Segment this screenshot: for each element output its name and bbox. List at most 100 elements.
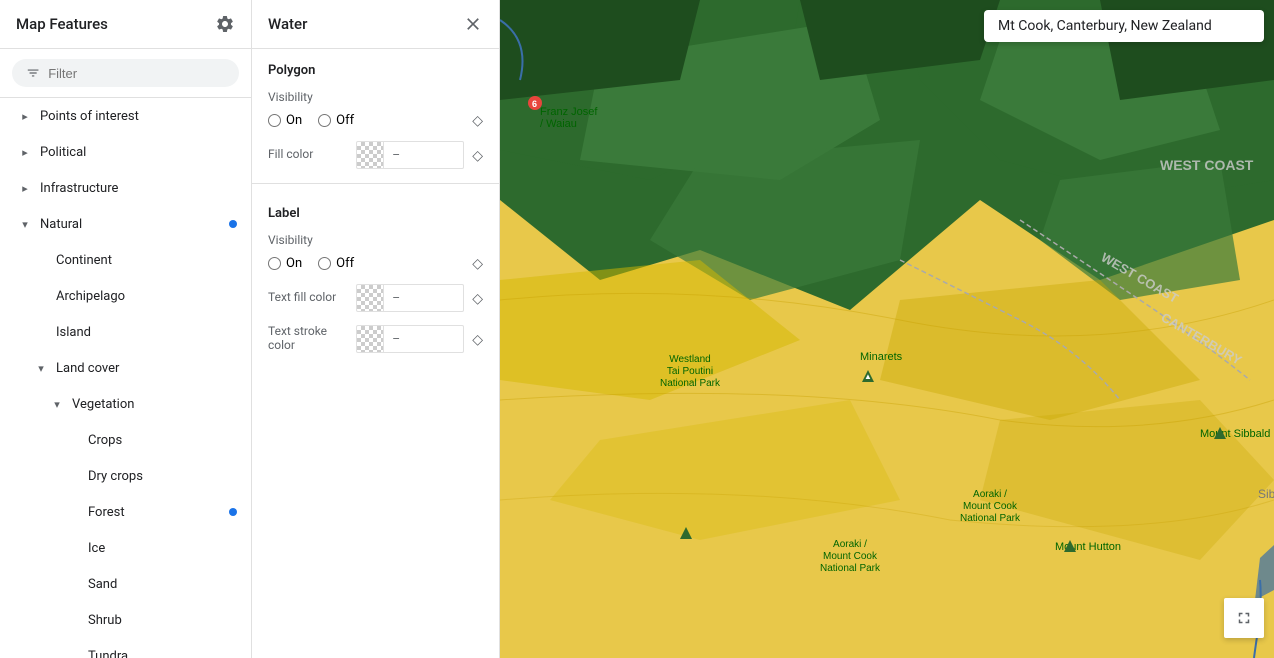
sidebar-item-natural[interactable]: ▾Natural [0,206,251,242]
polygon-fill-checker [356,141,384,169]
polygon-visibility-label: Visibility [268,90,483,104]
sidebar-item-archipelago[interactable]: Archipelago [0,278,251,314]
chevron-right-icon: ▸ [16,179,34,197]
spacer [32,251,50,269]
label-on-input[interactable] [268,257,281,270]
gear-button[interactable] [215,14,235,34]
sidebar-item-crops[interactable]: Crops [0,422,251,458]
label-visibility-radios: On Off [268,256,354,271]
polygon-off-input[interactable] [318,114,331,127]
sidebar-item-label: Island [56,325,91,340]
sidebar-item-label: Points of interest [40,109,139,124]
sidebar-item-label: Tundra [88,649,128,658]
close-icon [463,14,483,34]
nav-list: ▸ Points of interest ▸Political ▸ Infrastruc… [0,98,251,658]
filter-bar [0,49,251,98]
sidebar-item-land-cover[interactable]: ▾ Land cover [0,350,251,386]
sidebar-item-political[interactable]: ▸Political [0,134,251,170]
spacer [64,503,82,521]
label-off-label: Off [336,256,354,271]
polygon-visibility-diamond[interactable]: ◇ [472,112,483,129]
svg-text:Minarets: Minarets [860,351,903,363]
text-stroke-diamond[interactable]: ◇ [472,331,483,348]
text-stroke-checker [356,325,384,353]
polygon-on-radio[interactable]: On [268,113,302,128]
text-fill-swatch[interactable]: – [356,284,464,312]
polygon-on-input[interactable] [268,114,281,127]
water-panel: Water Polygon Visibility On Off ◇ [252,0,500,658]
svg-text:▲: ▲ [864,372,872,381]
sidebar-item-tundra[interactable]: Tundra [0,638,251,658]
polygon-visibility-radios: On Off [268,113,354,128]
polygon-fill-value: – [384,141,464,169]
polygon-section-title: Polygon [252,49,499,84]
text-fill-color-label: Text fill color [268,290,336,304]
sidebar-item-label: Ice [88,541,105,556]
polygon-off-label: Off [336,113,354,128]
spacer [64,467,82,485]
spacer [64,431,82,449]
sidebar-item-label: Continent [56,253,112,268]
sidebar-item-label: Infrastructure [40,181,118,196]
label-visibility-row: Visibility On Off ◇ [252,227,499,278]
sidebar-item-continent[interactable]: Continent [0,242,251,278]
svg-text:Westland: Westland [669,354,711,365]
fullscreen-icon [1235,609,1253,627]
polygon-on-label: On [286,113,302,128]
fullscreen-button[interactable] [1224,598,1264,638]
sidebar-item-sand[interactable]: Sand [0,566,251,602]
sidebar-item-forest[interactable]: Forest [0,494,251,530]
spacer [64,611,82,629]
sidebar-item-label: Sand [88,577,117,592]
polygon-visibility-row: Visibility On Off ◇ [252,84,499,135]
sidebar-item-island[interactable]: Island [0,314,251,350]
svg-text:/ Waiau: / Waiau [540,118,577,130]
sidebar-item-infrastructure[interactable]: ▸ Infrastructure [0,170,251,206]
active-dot [229,508,237,516]
sidebar-item-points-of-interest[interactable]: ▸ Points of interest [0,98,251,134]
chevron-down-icon: ▾ [32,359,50,377]
sidebar-item-label: Natural [40,217,82,232]
sidebar-item-ice[interactable]: Ice [0,530,251,566]
text-stroke-color-row: Text stroke color – ◇ [252,318,499,360]
close-button[interactable] [463,14,483,34]
sidebar-item-shrub[interactable]: Shrub [0,602,251,638]
label-off-radio[interactable]: Off [318,256,354,271]
map-area: WEST COAST WEST COAST CANTERBURY WEST CO… [500,0,1274,658]
chevron-right-icon: ▸ [16,107,34,125]
label-on-label: On [286,256,302,271]
svg-text:Mount Sibbald: Mount Sibbald [1200,428,1270,440]
svg-text:Aoraki /: Aoraki / [833,539,867,550]
polygon-fill-diamond[interactable]: ◇ [472,147,483,164]
spacer [64,647,82,658]
filter-input[interactable] [48,66,225,81]
spacer [64,539,82,557]
text-fill-value: – [384,284,464,312]
label-visibility-diamond[interactable]: ◇ [472,255,483,272]
polygon-fill-swatch[interactable]: – [356,141,464,169]
label-off-input[interactable] [318,257,331,270]
chevron-down-icon: ▾ [48,395,66,413]
spacer [64,575,82,593]
svg-text:6: 6 [532,99,537,109]
sidebar-item-label: Archipelago [56,289,125,304]
search-value: Mt Cook, Canterbury, New Zealand [998,18,1212,34]
text-stroke-swatch[interactable]: – [356,325,464,353]
label-on-radio[interactable]: On [268,256,302,271]
text-fill-diamond[interactable]: ◇ [472,290,483,307]
panel-title: Water [268,15,307,33]
text-stroke-color-label: Text stroke color [268,324,346,352]
sidebar-header: Map Features [0,0,251,49]
polygon-fill-color-row: Fill color – ◇ [252,135,499,175]
sidebar-item-vegetation[interactable]: ▾Vegetation [0,386,251,422]
svg-text:National Park: National Park [960,513,1021,524]
svg-text:Franz Josef: Franz Josef [540,106,598,118]
polygon-off-radio[interactable]: Off [318,113,354,128]
sidebar-item-dry-crops[interactable]: Dry crops [0,458,251,494]
label-section-title: Label [252,192,499,227]
filter-input-wrap[interactable] [12,59,239,87]
svg-text:Mount Cook: Mount Cook [963,501,1018,512]
active-dot [229,220,237,228]
sidebar-item-label: Crops [88,433,122,448]
sidebar-item-label: Land cover [56,361,119,376]
